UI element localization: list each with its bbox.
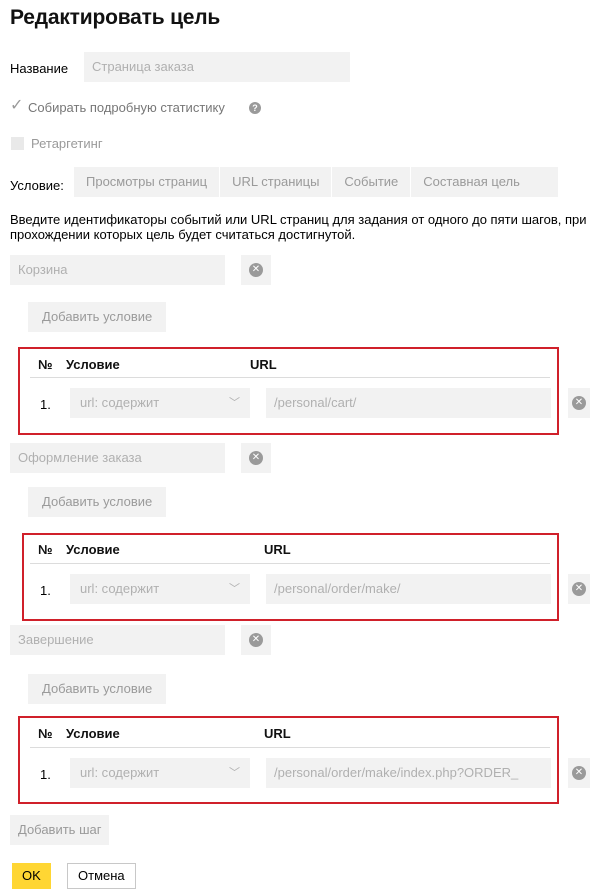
column-condition: Условие [66,357,120,372]
column-url: URL [264,726,291,741]
add-condition-button[interactable]: Добавить условие [28,487,167,517]
url-input[interactable]: /personal/order/make/ [266,574,551,604]
close-icon: ✕ [572,396,586,410]
column-condition: Условие [66,726,120,741]
remove-row-button[interactable]: ✕ [568,388,590,418]
page-title: Редактировать цель [10,6,221,29]
retargeting-checkbox[interactable] [11,137,24,150]
add-step-button[interactable]: Добавить шаг [10,815,110,845]
condition-label: Условие: [10,178,64,193]
row-num: 1. [40,767,51,782]
close-icon: ✕ [572,766,586,780]
chevron-down-icon: ﹀ [229,767,240,779]
row-num: 1. [40,397,51,412]
column-num: № [38,357,53,372]
condition-tabs: Просмотры страниц URL страницы Событие С… [74,167,558,197]
step-name-input[interactable]: Оформление заказа [10,443,225,473]
condition-select[interactable]: url: содержит ﹀ [70,758,250,788]
remove-row-button[interactable]: ✕ [568,758,590,788]
condition-select-value: url: содержит [80,581,160,596]
remove-step-button[interactable]: ✕ [241,255,271,285]
close-icon: ✕ [249,633,263,647]
remove-step-button[interactable]: ✕ [241,625,271,655]
remove-step-button[interactable]: ✕ [241,443,271,473]
tab-event[interactable]: Событие [332,167,412,197]
condition-select[interactable]: url: содержит ﹀ [70,574,250,604]
tab-page-views[interactable]: Просмотры страниц [74,167,221,197]
column-num: № [38,726,53,741]
retargeting-label: Ретаргетинг [31,136,103,151]
condition-select-value: url: содержит [80,395,160,410]
url-input[interactable]: /personal/cart/ [266,388,551,418]
question-circle-icon[interactable]: ? [249,102,261,114]
add-condition-button[interactable]: Добавить условие [28,674,167,704]
column-url: URL [264,542,291,557]
detailed-stats-label: Собирать подробную статистику [28,100,225,115]
step-name-input[interactable]: Корзина [10,255,225,285]
name-input[interactable]: Страница заказа [84,52,350,82]
chevron-down-icon: ﹀ [229,397,240,409]
chevron-down-icon: ﹀ [229,583,240,595]
row-num: 1. [40,583,51,598]
divider [30,377,550,378]
name-label: Название [10,61,69,76]
column-num: № [38,542,53,557]
column-condition: Условие [66,542,120,557]
divider [30,563,550,564]
ok-button[interactable]: OK [12,863,51,889]
url-input[interactable]: /personal/order/make/index.php?ORDER_ [266,758,551,788]
condition-select[interactable]: url: содержит ﹀ [70,388,250,418]
close-icon: ✕ [572,582,586,596]
close-icon: ✕ [249,451,263,465]
instructions-text: Введите идентификаторы событий или URL с… [10,212,587,242]
remove-row-button[interactable]: ✕ [568,574,590,604]
divider [30,747,550,748]
tab-page-url[interactable]: URL страницы [220,167,333,197]
cancel-button[interactable]: Отмена [67,863,136,889]
close-icon: ✕ [249,263,263,277]
column-url: URL [250,357,277,372]
tab-composite-goal[interactable]: Составная цель [411,167,532,197]
check-icon[interactable]: ✓ [10,95,23,115]
add-condition-button[interactable]: Добавить условие [28,302,167,332]
step-name-input[interactable]: Завершение [10,625,225,655]
condition-select-value: url: содержит [80,765,160,780]
